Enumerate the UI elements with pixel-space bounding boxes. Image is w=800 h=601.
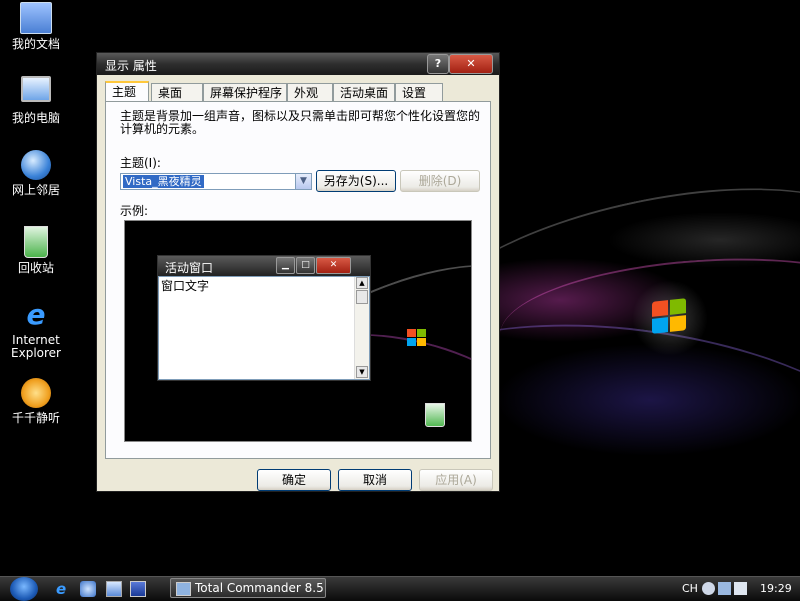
windows-logo-icon <box>405 327 429 347</box>
ttplayer-icon <box>21 378 51 408</box>
desktop-icon-internet-explorer[interactable]: e Internet Explorer <box>4 300 68 360</box>
total-commander-icon <box>176 582 191 596</box>
show-desktop-icon[interactable] <box>106 581 122 597</box>
dialog-titlebar[interactable]: 显示 属性 ? ✕ <box>97 53 499 75</box>
save-icon[interactable] <box>130 581 146 597</box>
theme-label: 主题(I): <box>120 156 161 170</box>
tab-themes[interactable]: 主题 <box>105 81 149 102</box>
my-computer-icon <box>21 76 51 102</box>
desktop-icon-ttplayer[interactable]: 千千静听 <box>4 378 68 425</box>
desktop-icon-my-documents[interactable]: 我的文档 <box>4 2 68 51</box>
taskbar-button-label: Total Commander 8.5... <box>195 581 326 595</box>
tab-appearance[interactable]: 外观 <box>287 83 333 101</box>
desktop-icon-label: 千千静听 <box>11 411 60 425</box>
preview-label: 示例: <box>120 204 149 218</box>
preview-window-title: 活动窗口 <box>165 261 214 275</box>
chevron-down-icon[interactable]: ▼ <box>295 174 311 189</box>
preview-scrollbar: ▲ ▼ <box>354 277 369 379</box>
taskbar: e Total Commander 8.5... CH 19:29 <box>0 576 800 601</box>
tray-app-icon[interactable] <box>718 582 731 595</box>
close-button[interactable]: ✕ <box>449 54 493 74</box>
desktop-icon-recycle-bin[interactable]: 回收站 <box>4 226 68 275</box>
desktop-icon-network[interactable]: 网上邻居 <box>4 150 68 197</box>
start-button[interactable] <box>10 577 38 601</box>
taskbar-button-total-commander[interactable]: Total Commander 8.5... <box>170 578 326 598</box>
recycle-bin-icon <box>24 226 48 258</box>
quick-launch-app-icon[interactable] <box>80 581 96 597</box>
desktop-icon-label: 网上邻居 <box>11 183 60 197</box>
preview-window-body: 窗口文字 ▲ ▼ <box>158 276 370 380</box>
desktop-icon-my-computer[interactable]: 我的电脑 <box>4 76 68 125</box>
maximize-icon: □ <box>296 257 315 274</box>
ok-button[interactable]: 确定 <box>257 469 331 491</box>
desktop-icon-label: 我的文档 <box>11 37 60 51</box>
recycle-bin-icon <box>425 403 445 427</box>
minimize-icon: ▁ <box>276 257 295 274</box>
network-places-icon <box>21 150 51 180</box>
scroll-thumb <box>356 290 368 304</box>
tab-desktop[interactable]: 桌面 <box>151 83 203 101</box>
delete-button[interactable]: 删除(D) <box>400 170 480 192</box>
preview-window-titlebar: 活动窗口 ▁ □ ✕ <box>158 256 370 276</box>
language-indicator[interactable]: CH <box>682 582 698 595</box>
internet-explorer-icon: e <box>26 298 46 331</box>
apply-button[interactable]: 应用(A) <box>419 469 493 491</box>
desktop-icon-label: Internet Explorer <box>11 333 61 360</box>
save-as-button[interactable]: 另存为(S)... <box>316 170 396 192</box>
tab-active-desktop[interactable]: 活动桌面 <box>333 83 395 101</box>
close-icon: ✕ <box>316 257 351 274</box>
theme-preview: 活动窗口 ▁ □ ✕ 窗口文字 ▲ ▼ <box>124 220 472 442</box>
theme-description: 主题是背景加一组声音，图标以及只需单击即可帮您个性化设置您的计算机的元素。 <box>120 109 481 136</box>
preview-active-window: 活动窗口 ▁ □ ✕ 窗口文字 ▲ ▼ <box>157 255 371 381</box>
system-tray: CH 19:29 <box>678 577 800 601</box>
themes-panel: 主题是背景加一组声音，图标以及只需单击即可帮您个性化设置您的计算机的元素。 主题… <box>105 101 491 459</box>
scroll-up-icon: ▲ <box>356 277 368 289</box>
volume-icon[interactable] <box>734 582 747 595</box>
cancel-button[interactable]: 取消 <box>338 469 412 491</box>
clock[interactable]: 19:29 <box>760 582 792 595</box>
dialog-title: 显示 属性 <box>105 59 157 73</box>
tab-settings[interactable]: 设置 <box>395 83 443 101</box>
tab-screensaver[interactable]: 屏幕保护程序 <box>203 83 287 101</box>
desktop-icon-label: 我的电脑 <box>11 111 60 125</box>
preview-window-text: 窗口文字 <box>161 279 210 293</box>
network-icon[interactable] <box>702 582 715 595</box>
my-documents-icon <box>20 2 52 34</box>
windows-logo-icon <box>632 280 708 356</box>
help-button[interactable]: ? <box>427 54 449 74</box>
desktop-icon-label: 回收站 <box>17 261 54 275</box>
theme-selected-value: Vista_黑夜精灵 <box>123 175 204 188</box>
display-properties-dialog: 显示 属性 ? ✕ 主题 桌面 屏幕保护程序 外观 活动桌面 设置 主题是背景加… <box>96 52 500 492</box>
theme-dropdown[interactable]: Vista_黑夜精灵 ▼ <box>120 173 312 190</box>
internet-explorer-icon[interactable]: e <box>56 581 72 597</box>
scroll-down-icon: ▼ <box>356 366 368 378</box>
